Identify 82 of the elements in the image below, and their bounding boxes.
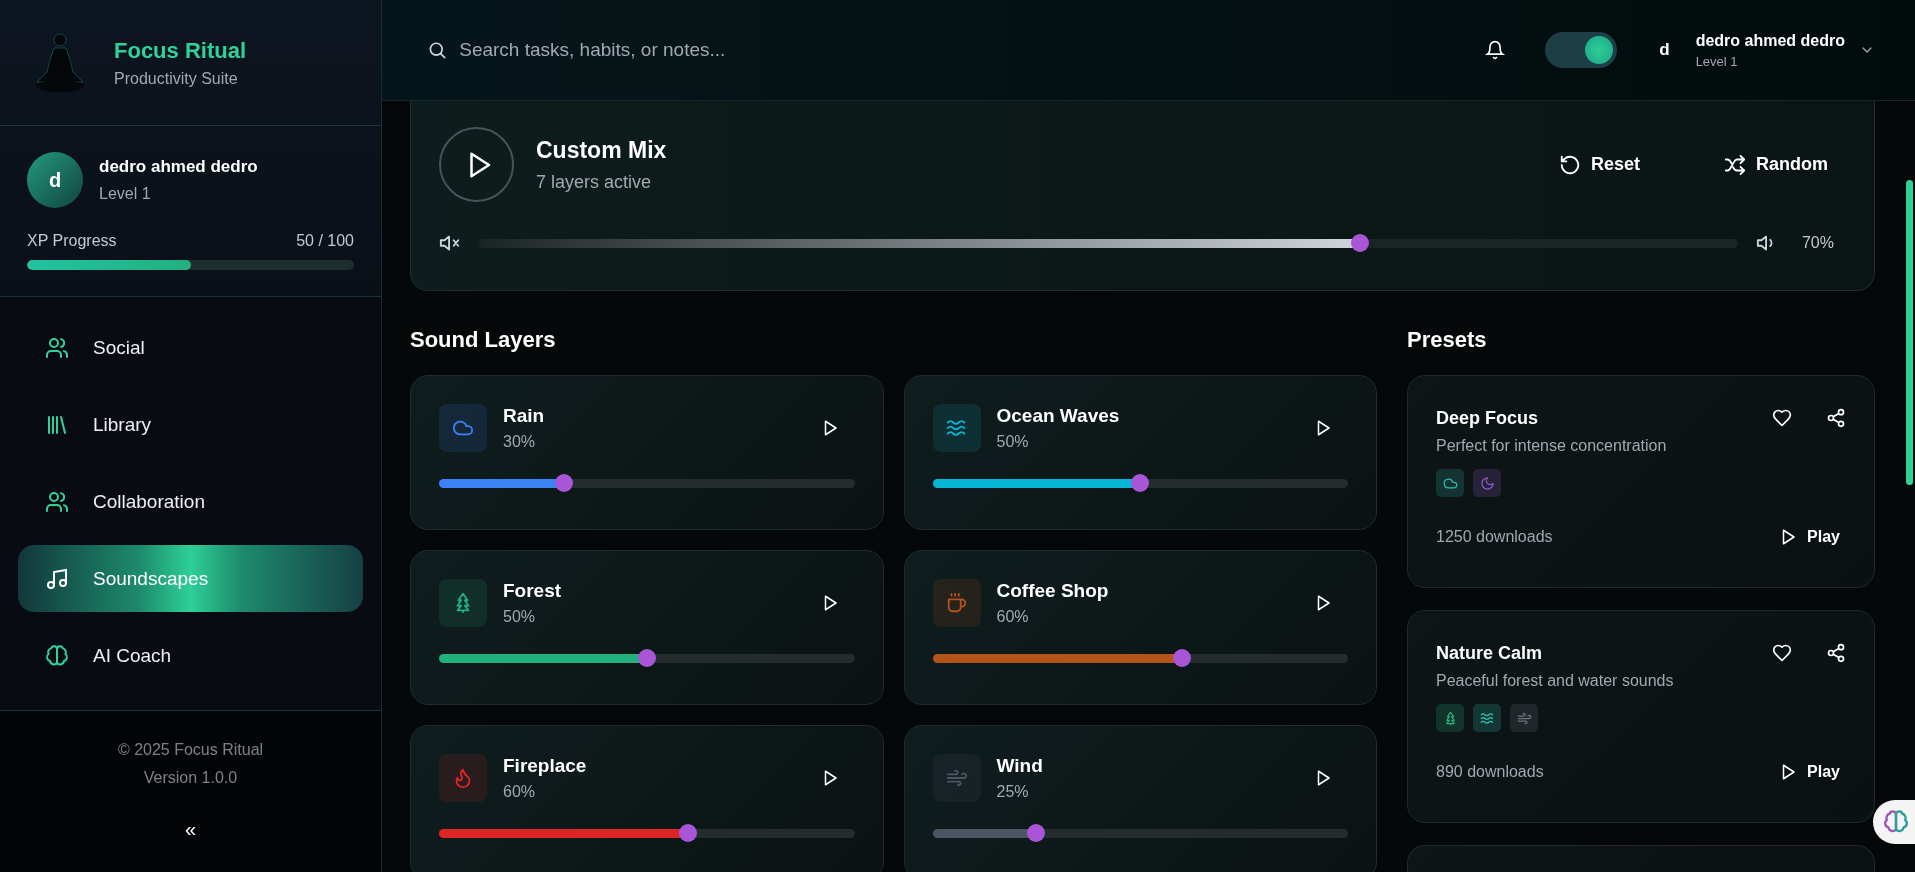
search-field[interactable]: Search tasks, habits, or notes...	[427, 38, 847, 62]
layer-name: Coffee Shop	[996, 580, 1110, 602]
version-text: Version 1.0.0	[143, 769, 238, 787]
play-button[interactable]: Play	[1773, 762, 1846, 782]
volume-reading: 70%	[1801, 234, 1834, 252]
layer-name: Forest	[503, 580, 563, 602]
section-heading: Sound Layers	[410, 327, 557, 353]
play-button[interactable]	[439, 127, 514, 202]
music-note-icon	[45, 566, 69, 591]
mix-subtitle: 7 layers active	[536, 171, 653, 193]
layer-name: Rain	[503, 405, 546, 427]
layer-volume: 30%	[503, 433, 537, 451]
preset-title: Nature Calm	[1436, 643, 1544, 664]
layer-name: Wind	[996, 755, 1044, 777]
xp-label: XP Progress	[27, 232, 117, 250]
moon-icon	[1479, 475, 1495, 491]
mix-title: Custom Mix	[536, 136, 668, 164]
layer-volume-slider[interactable]	[439, 649, 855, 667]
xp-value: 50 / 100	[296, 232, 354, 250]
layer-volume-slider[interactable]	[439, 824, 855, 842]
app-title: Focus Ritual	[114, 37, 246, 64]
wind-icon	[1516, 710, 1532, 726]
search-icon	[427, 39, 448, 61]
layer-volume-slider[interactable]	[932, 649, 1348, 667]
nav-item[interactable]: AI Coach	[18, 622, 363, 689]
collapse-sidebar-button[interactable]: «	[178, 817, 203, 842]
heart-icon[interactable]	[1772, 643, 1792, 663]
shuffle-icon	[1724, 153, 1746, 176]
waves-icon	[1479, 710, 1495, 726]
user-avatar: d	[27, 152, 83, 208]
nav-item[interactable]: Social	[18, 314, 363, 381]
random-button[interactable]: Random	[1718, 152, 1834, 177]
layer-volume-slider[interactable]	[932, 824, 1348, 842]
preset-title: Deep Focus	[1436, 408, 1540, 429]
layer-volume-slider[interactable]	[932, 474, 1348, 492]
layer-volume: 60%	[996, 608, 1030, 626]
layer-volume: 60%	[503, 783, 537, 801]
nav-item[interactable]: Collaboration	[18, 468, 363, 535]
download-count: 1250 downloads	[1436, 528, 1553, 546]
user-name: dedro ahmed dedro	[99, 157, 258, 177]
coffee-cup-icon	[945, 592, 968, 614]
layer-name: Ocean Waves	[996, 405, 1121, 427]
user-name: dedro ahmed dedro	[1695, 31, 1845, 50]
slider-thumb[interactable]	[1172, 649, 1191, 667]
wind-icon	[945, 767, 968, 789]
preset-description: Peaceful forest and water sounds	[1436, 672, 1675, 690]
app-subtitle: Productivity Suite	[114, 69, 239, 88]
notification-bell-icon[interactable]	[1485, 40, 1506, 60]
play-button[interactable]: Play	[1773, 527, 1846, 547]
slider-thumb[interactable]	[1027, 824, 1046, 842]
slider-thumb[interactable]	[554, 474, 573, 492]
users-icon	[45, 489, 69, 514]
slider-thumb[interactable]	[637, 649, 656, 667]
reset-icon	[1558, 153, 1581, 176]
volume-slider[interactable]	[479, 234, 1738, 252]
cloud-icon	[1442, 475, 1458, 491]
nav-item[interactable]: Library	[18, 391, 363, 458]
user-level: Level 1	[99, 185, 152, 203]
reset-button[interactable]: Reset	[1552, 152, 1646, 177]
share-icon[interactable]	[1826, 643, 1846, 663]
copyright-text: © 2025 Focus Ritual	[117, 741, 264, 759]
preset-description: Perfect for intense concentration	[1436, 437, 1668, 455]
layer-name: Fireplace	[503, 755, 588, 777]
slider-thumb[interactable]	[1351, 234, 1370, 252]
layer-volume-slider[interactable]	[439, 474, 855, 492]
brain-icon	[1883, 809, 1909, 835]
layer-volume: 50%	[503, 608, 537, 626]
theme-toggle[interactable]	[1545, 32, 1618, 68]
waves-icon	[945, 417, 968, 439]
layer-volume: 50%	[996, 433, 1030, 451]
heart-icon[interactable]	[1772, 408, 1792, 428]
users-icon	[45, 335, 69, 360]
user-initial: d	[1659, 40, 1670, 60]
brain-icon	[45, 643, 69, 668]
layer-volume: 25%	[996, 783, 1030, 801]
slider-thumb[interactable]	[679, 824, 698, 842]
scrollbar-thumb[interactable]	[1906, 180, 1913, 485]
share-icon[interactable]	[1826, 408, 1846, 428]
section-heading: Presets	[1407, 327, 1488, 353]
download-count: 890 downloads	[1436, 763, 1544, 781]
slider-thumb[interactable]	[1131, 474, 1150, 492]
user-level: Level 1	[1695, 53, 1739, 69]
